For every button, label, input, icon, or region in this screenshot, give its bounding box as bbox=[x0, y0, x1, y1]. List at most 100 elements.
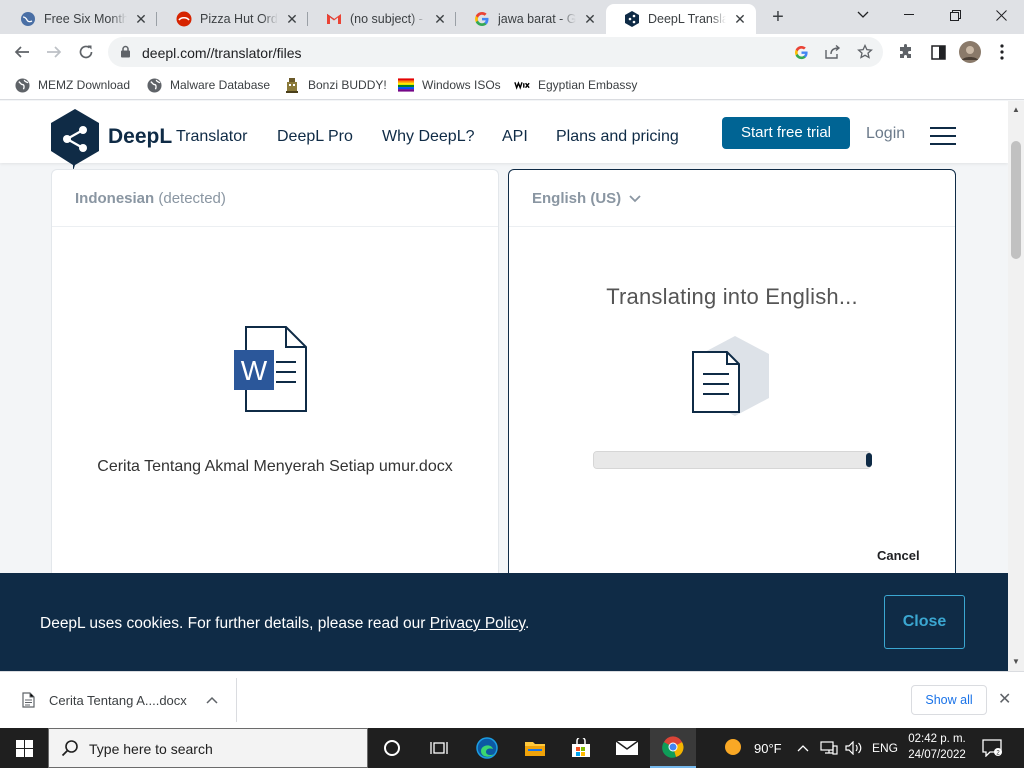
tab-gmail[interactable]: (no subject) - ari ✕ bbox=[308, 4, 456, 34]
sun-weather-icon bbox=[724, 738, 742, 759]
forward-button[interactable] bbox=[40, 38, 68, 66]
brand-name[interactable]: DeepL bbox=[108, 125, 172, 149]
google-favicon-icon bbox=[474, 11, 490, 27]
source-panel: Indonesian (detected) W Cerita Tentang A… bbox=[51, 169, 499, 589]
close-download-bar-icon[interactable]: ✕ bbox=[998, 689, 1011, 709]
bookmarks-bar: MEMZ Download Malware Database Bonzi BUD… bbox=[0, 70, 1024, 100]
translating-status: Translating into English... bbox=[606, 284, 858, 309]
scroll-down-arrow-icon[interactable]: ▼ bbox=[1012, 657, 1020, 666]
bookmark-egyptian-embassy[interactable]: Egyptian Embassy bbox=[514, 76, 637, 94]
scrollbar-thumb[interactable] bbox=[1011, 141, 1021, 259]
notifications-icon[interactable]: 2 bbox=[982, 728, 1002, 768]
tab-search-chevron-icon[interactable] bbox=[840, 0, 886, 30]
new-tab-button[interactable]: + bbox=[766, 6, 790, 30]
extensions-puzzle-icon[interactable] bbox=[892, 38, 920, 66]
network-icon[interactable] bbox=[820, 728, 838, 768]
bookmark-windows-isos[interactable]: Windows ISOs bbox=[398, 76, 501, 94]
restore-button[interactable] bbox=[932, 0, 978, 30]
hamburger-menu-icon[interactable] bbox=[930, 127, 956, 145]
reload-button[interactable] bbox=[72, 38, 100, 66]
progress-fill bbox=[594, 452, 868, 468]
bookmark-label: Malware Database bbox=[170, 78, 271, 92]
bookmark-label: MEMZ Download bbox=[38, 78, 131, 92]
lock-icon[interactable] bbox=[120, 45, 131, 63]
mail-icon[interactable] bbox=[604, 728, 650, 768]
target-language-selector[interactable]: English (US) bbox=[532, 190, 641, 207]
close-window-button[interactable] bbox=[978, 0, 1024, 30]
nav-why-deepl[interactable]: Why DeepL? bbox=[382, 128, 475, 146]
google-translate-icon[interactable] bbox=[791, 42, 811, 62]
clock-date: 24/07/2022 bbox=[908, 749, 966, 761]
tab-title: DeepL Translate bbox=[648, 12, 726, 26]
bookmark-star-icon[interactable] bbox=[855, 42, 875, 62]
cancel-button[interactable]: Cancel bbox=[877, 548, 920, 563]
search-icon bbox=[61, 739, 79, 762]
target-panel-header: English (US) bbox=[509, 170, 955, 227]
microsoft-store-icon[interactable] bbox=[558, 728, 604, 768]
tab-close-icon[interactable]: ✕ bbox=[133, 11, 149, 27]
wix-icon bbox=[514, 77, 530, 93]
browser-menu-icon[interactable] bbox=[988, 38, 1016, 66]
chevron-up-icon[interactable] bbox=[206, 693, 218, 707]
source-language-selector[interactable]: Indonesian (detected) bbox=[75, 190, 226, 207]
progress-indicator bbox=[866, 453, 872, 467]
tab-free-trial[interactable]: Free Six Month Trial ✕ bbox=[2, 4, 157, 34]
volume-icon[interactable] bbox=[845, 728, 863, 768]
url-text: deepl.com//translator/files bbox=[142, 45, 302, 61]
show-hidden-icons-chevron-icon[interactable] bbox=[797, 728, 809, 768]
detected-label: (detected) bbox=[158, 190, 226, 207]
browser-tab-strip: Free Six Month Trial ✕ Pizza Hut Order ✕… bbox=[0, 0, 1024, 34]
cookie-text: DeepL uses cookies. For further details,… bbox=[40, 615, 430, 632]
file-icon bbox=[22, 692, 35, 713]
taskbar-search-box[interactable]: Type here to search bbox=[48, 728, 368, 768]
login-link[interactable]: Login bbox=[866, 125, 905, 143]
cookie-banner: DeepL uses cookies. For further details,… bbox=[0, 573, 1008, 671]
tab-close-icon[interactable]: ✕ bbox=[432, 11, 448, 27]
share-icon[interactable] bbox=[823, 42, 843, 62]
bookmark-malware-database[interactable]: Malware Database bbox=[146, 76, 270, 94]
system-clock[interactable]: 02:42 p. m. 24/07/2022 bbox=[905, 731, 969, 763]
windows-start-icon[interactable] bbox=[0, 728, 48, 768]
browser-toolbar: deepl.com//translator/files bbox=[0, 34, 1024, 70]
side-panel-icon[interactable] bbox=[924, 38, 952, 66]
bookmark-label: Windows ISOs bbox=[422, 78, 501, 92]
nav-plans-and-pricing[interactable]: Plans and pricing bbox=[556, 128, 679, 146]
cookie-text-end: . bbox=[525, 615, 530, 632]
brand-suffix[interactable]: Translator bbox=[176, 128, 247, 146]
nav-deepl-pro[interactable]: DeepL Pro bbox=[277, 128, 353, 146]
weather-temperature: 90°F bbox=[754, 740, 782, 756]
download-item[interactable]: Cerita Tentang A....docx bbox=[0, 678, 237, 722]
nav-api[interactable]: API bbox=[502, 128, 528, 146]
edge-icon[interactable] bbox=[464, 728, 510, 768]
profile-avatar[interactable] bbox=[956, 38, 984, 66]
scroll-up-arrow-icon[interactable]: ▲ bbox=[1012, 105, 1020, 114]
gmail-favicon-icon bbox=[326, 11, 342, 27]
chrome-taskbar-icon[interactable] bbox=[650, 728, 696, 768]
input-language-indicator[interactable]: ENG bbox=[872, 728, 898, 768]
tab-google-search[interactable]: jawa barat - Google ✕ bbox=[456, 4, 606, 34]
bookmark-memz-download[interactable]: MEMZ Download bbox=[14, 76, 130, 94]
tab-close-icon[interactable]: ✕ bbox=[284, 11, 300, 27]
tab-close-icon[interactable]: ✕ bbox=[582, 11, 598, 27]
cortana-icon[interactable] bbox=[369, 728, 415, 768]
tab-deepl[interactable]: DeepL Translate ✕ bbox=[606, 4, 756, 34]
address-bar[interactable]: deepl.com//translator/files bbox=[108, 37, 883, 67]
privacy-policy-link[interactable]: Privacy Policy bbox=[430, 615, 525, 632]
weather-widget[interactable]: 90°F bbox=[724, 728, 782, 768]
file-explorer-icon[interactable] bbox=[512, 728, 558, 768]
page-scrollbar[interactable]: ▲ ▼ bbox=[1008, 101, 1024, 671]
tab-title: jawa barat - Google bbox=[498, 12, 576, 26]
back-button[interactable] bbox=[8, 38, 36, 66]
tab-title: Free Six Month Trial bbox=[44, 12, 127, 26]
tab-close-icon[interactable]: ✕ bbox=[732, 11, 748, 27]
task-view-icon[interactable] bbox=[416, 728, 462, 768]
deepl-logo-icon[interactable] bbox=[50, 109, 100, 176]
translation-progress-bar bbox=[593, 451, 872, 469]
cookie-close-button[interactable]: Close bbox=[884, 595, 965, 649]
start-free-trial-button[interactable]: Start free trial bbox=[722, 117, 850, 149]
download-bar: Cerita Tentang A....docx Show all ✕ bbox=[0, 671, 1024, 728]
show-all-downloads-button[interactable]: Show all bbox=[911, 685, 987, 715]
bookmark-bonzi-buddy[interactable]: Bonzi BUDDY! bbox=[284, 76, 387, 94]
minimize-button[interactable] bbox=[886, 0, 932, 30]
tab-pizza-hut[interactable]: Pizza Hut Order ✕ bbox=[158, 4, 308, 34]
